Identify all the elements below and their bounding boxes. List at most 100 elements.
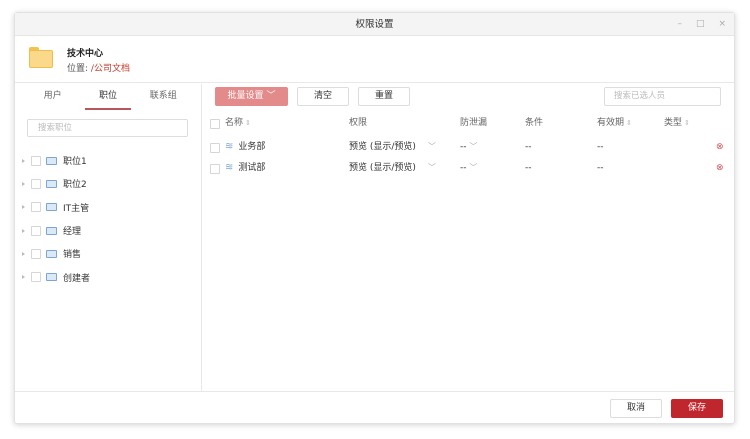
table-row: ≋ 业务部 预览 (显示/预览) ﹀ -- ﹀ -- -- ⊗ [203,138,734,156]
tree-item[interactable]: 经理 [15,219,201,242]
save-button[interactable]: 保存 [671,399,723,418]
row-name-label: 业务部 [238,142,266,152]
location-label: 位置: [67,64,91,74]
expand-caret-icon[interactable] [22,228,25,233]
dialog-title: 权限设置 [355,19,394,30]
col-name-label: 名称 [225,118,244,128]
col-type-label: 类型 [664,118,683,128]
expand-caret-icon[interactable] [22,275,25,280]
tab-contact-groups[interactable]: 联系组 [140,84,186,110]
checkbox[interactable] [31,202,41,213]
condition-value: -- [525,142,532,152]
clear-button[interactable]: 清空 [297,87,349,106]
checkbox[interactable] [31,178,41,189]
table-row: ≋ 测试部 预览 (显示/预览) ﹀ -- ﹀ -- -- ⊗ [203,159,734,177]
minimize-icon[interactable]: – [677,13,682,36]
remove-circle-icon[interactable]: ⊗ [716,138,724,156]
batch-label: 批量设置 [227,91,264,101]
sort-icon[interactable]: ⇕ [245,119,251,127]
cancel-button[interactable]: 取消 [610,399,662,418]
tree-item[interactable]: 职位2 [15,172,201,195]
title-bar: 权限设置 – □ × [15,13,734,36]
condition-value: -- [525,163,532,173]
id-card-icon [46,249,57,258]
permission-select[interactable]: 预览 (显示/预览) ﹀ [349,138,436,156]
chevron-down-icon: ﹀ [427,163,436,172]
row-checkbox[interactable] [210,143,220,153]
tab-users[interactable]: 用户 [30,84,76,110]
col-validity[interactable]: 有效期 ⇕ [597,114,632,132]
id-card-icon [46,273,57,282]
expand-caret-icon[interactable] [22,181,25,186]
left-panel: 用户 职位 联系组 搜索职位 职位1 职位2 IT主管 经理 销售 创建者 [15,84,202,391]
tree-item-label: IT主管 [63,203,90,214]
id-card-icon [46,226,57,235]
permission-select[interactable]: 预览 (显示/预览) ﹀ [349,159,436,177]
chevron-down-icon: ﹀ [266,91,276,101]
batch-settings-button[interactable]: 批量设置 ﹀ [215,87,288,106]
table-header: 名称 ⇕ 权限 防泄漏 条件 有效期 ⇕ 类型 ⇕ [203,114,734,132]
position-tree: 职位1 职位2 IT主管 经理 销售 创建者 [15,149,201,289]
tree-item-label: 职位2 [63,180,87,191]
tree-item-label: 创建者 [63,273,91,284]
chevron-down-icon: ﹀ [469,142,478,151]
checkbox[interactable] [31,155,41,166]
id-card-icon [46,179,57,188]
permission-value: 预览 (显示/预览) [349,142,416,152]
tree-item-label: 经理 [63,227,82,238]
close-icon[interactable]: × [718,13,726,36]
expand-caret-icon[interactable] [22,205,25,210]
tab-positions[interactable]: 职位 [84,84,131,110]
tree-item[interactable]: IT主管 [15,196,201,219]
folder-header: 技术中心 位置: /公司文档 [15,36,734,83]
sort-icon[interactable]: ⇕ [626,119,632,127]
maximize-icon[interactable]: □ [696,13,705,36]
reset-button[interactable]: 重置 [358,87,410,106]
tree-item-label: 销售 [63,250,82,261]
col-type[interactable]: 类型 ⇕ [664,114,690,132]
sort-icon[interactable]: ⇕ [684,119,690,127]
tree-item[interactable]: 创建者 [15,265,201,288]
validity-value: -- [597,163,604,173]
row-name: ≋ 测试部 [225,159,265,177]
col-name[interactable]: 名称 ⇕ [225,114,251,132]
expand-caret-icon[interactable] [22,158,25,163]
folder-icon [29,47,53,68]
chevron-down-icon: ﹀ [427,142,436,151]
col-permission: 权限 [349,118,368,128]
position-search-input[interactable]: 搜索职位 [27,119,188,137]
id-card-icon [46,156,57,165]
checkbox[interactable] [31,225,41,236]
col-leak: 防泄漏 [460,118,488,128]
layers-icon: ≋ [225,141,234,152]
permission-value: 预览 (显示/预览) [349,163,416,173]
tree-item[interactable]: 销售 [15,242,201,265]
row-checkbox[interactable] [210,164,220,174]
leak-value: -- [460,163,467,173]
id-card-icon [46,203,57,212]
row-name-label: 测试部 [238,163,266,173]
checkbox[interactable] [31,248,41,259]
leak-select[interactable]: -- ﹀ [460,159,477,177]
leak-value: -- [460,142,467,152]
tree-item[interactable]: 职位1 [15,149,201,172]
right-panel: 批量设置 ﹀ 清空 重置 搜索已选人员 名称 ⇕ 权限 防泄漏 条件 有效期 ⇕ 类… [203,84,734,391]
tree-item-label: 职位1 [63,157,87,168]
checkbox[interactable] [31,272,41,283]
remove-circle-icon[interactable]: ⊗ [716,159,724,177]
location-path: /公司文档 [90,64,130,74]
row-name: ≋ 业务部 [225,138,265,156]
permission-dialog: 权限设置 – □ × 技术中心 位置: /公司文档 用户 职位 联系组 搜索职位… [14,12,735,424]
validity-value: -- [597,142,604,152]
folder-name: 技术中心 [67,49,104,59]
dialog-footer: 取消 保存 [15,391,734,423]
expand-caret-icon[interactable] [22,251,25,256]
selected-search-input[interactable]: 搜索已选人员 [604,87,721,106]
folder-location: 位置: /公司文档 [67,61,130,74]
leak-select[interactable]: -- ﹀ [460,138,477,156]
select-all-checkbox[interactable] [210,119,220,129]
layers-icon: ≋ [225,162,234,173]
col-condition: 条件 [525,118,544,128]
col-validity-label: 有效期 [597,118,625,128]
chevron-down-icon: ﹀ [469,163,478,172]
